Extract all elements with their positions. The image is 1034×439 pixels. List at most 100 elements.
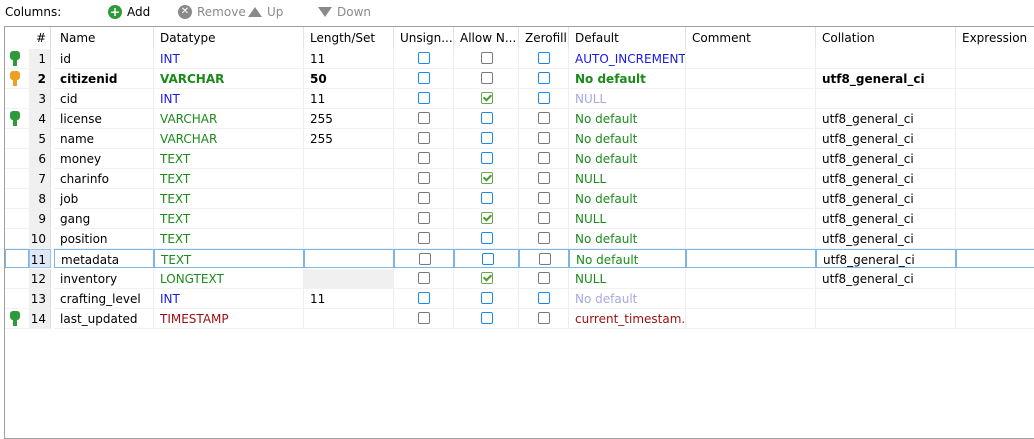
- allow-null-checkbox[interactable]: [481, 172, 493, 184]
- column-default[interactable]: No default: [569, 249, 686, 268]
- column-default[interactable]: No default: [569, 149, 686, 169]
- zerofill-checkbox[interactable]: [538, 272, 550, 284]
- column-comment[interactable]: [686, 269, 816, 289]
- column-collation[interactable]: utf8_general_ci: [816, 229, 956, 249]
- allow-null-checkbox[interactable]: [481, 232, 493, 244]
- column-datatype[interactable]: VARCHAR: [154, 69, 304, 89]
- column-comment[interactable]: [686, 129, 816, 149]
- column-length[interactable]: [304, 229, 394, 249]
- column-name[interactable]: crafting_level: [54, 289, 154, 309]
- table-row[interactable]: 10 position TEXT No default utf8_general_ci: [5, 229, 1034, 249]
- column-length[interactable]: [304, 149, 394, 169]
- table-row[interactable]: 8 job TEXT No default utf8_general_ci: [5, 189, 1034, 209]
- column-default[interactable]: AUTO_INCREMENT: [569, 49, 686, 69]
- header-comment[interactable]: Comment: [686, 27, 816, 49]
- column-comment[interactable]: [686, 229, 816, 249]
- zerofill-checkbox[interactable]: [538, 192, 550, 204]
- column-default[interactable]: NULL: [569, 169, 686, 189]
- unsigned-checkbox[interactable]: [418, 112, 430, 124]
- zerofill-checkbox[interactable]: [538, 232, 550, 244]
- column-collation[interactable]: utf8_general_ci: [816, 209, 956, 229]
- column-length[interactable]: 11: [304, 289, 394, 309]
- column-comment[interactable]: [686, 309, 816, 329]
- header-length[interactable]: Length/Set: [304, 27, 394, 49]
- column-default[interactable]: current_timestam...: [569, 309, 686, 329]
- table-row[interactable]: 14 last_updated TIMESTAMP current_timestam.…: [5, 309, 1034, 329]
- column-expression[interactable]: [956, 49, 1034, 69]
- column-name[interactable]: charinfo: [54, 169, 154, 189]
- column-expression[interactable]: [956, 169, 1034, 189]
- column-name[interactable]: name: [54, 129, 154, 149]
- column-comment[interactable]: [686, 249, 816, 268]
- column-datatype[interactable]: TIMESTAMP: [154, 309, 304, 329]
- column-name[interactable]: metadata: [54, 249, 154, 268]
- allow-null-checkbox[interactable]: [481, 92, 493, 104]
- zerofill-checkbox[interactable]: [538, 72, 550, 84]
- allow-null-checkbox[interactable]: [481, 192, 493, 204]
- allow-null-checkbox[interactable]: [482, 253, 494, 265]
- column-comment[interactable]: [686, 49, 816, 69]
- column-collation[interactable]: [816, 49, 956, 69]
- column-default[interactable]: No default: [569, 109, 686, 129]
- column-expression[interactable]: [956, 309, 1034, 329]
- zerofill-checkbox[interactable]: [538, 52, 550, 64]
- unsigned-checkbox[interactable]: [419, 253, 431, 265]
- column-datatype[interactable]: VARCHAR: [154, 129, 304, 149]
- column-expression[interactable]: [956, 269, 1034, 289]
- unsigned-checkbox[interactable]: [418, 232, 430, 244]
- unsigned-checkbox[interactable]: [418, 312, 430, 324]
- move-down-button[interactable]: Down: [318, 3, 371, 21]
- header-zerofill[interactable]: Zerofill: [519, 27, 569, 49]
- allow-null-checkbox[interactable]: [481, 52, 493, 64]
- column-length[interactable]: 50: [304, 69, 394, 89]
- column-default[interactable]: No default: [569, 289, 686, 309]
- column-datatype[interactable]: INT: [154, 89, 304, 109]
- column-collation[interactable]: utf8_general_ci: [816, 109, 956, 129]
- column-name[interactable]: job: [54, 189, 154, 209]
- unsigned-checkbox[interactable]: [418, 72, 430, 84]
- column-name[interactable]: citizenid: [54, 69, 154, 89]
- column-default[interactable]: NULL: [569, 269, 686, 289]
- column-expression[interactable]: [956, 109, 1034, 129]
- column-expression[interactable]: [956, 209, 1034, 229]
- column-expression[interactable]: [956, 89, 1034, 109]
- unsigned-checkbox[interactable]: [418, 292, 430, 304]
- header-name[interactable]: Name: [54, 27, 154, 49]
- column-expression[interactable]: [956, 289, 1034, 309]
- column-name[interactable]: license: [54, 109, 154, 129]
- unsigned-checkbox[interactable]: [418, 212, 430, 224]
- allow-null-checkbox[interactable]: [481, 272, 493, 284]
- column-length[interactable]: [304, 309, 394, 329]
- zerofill-checkbox[interactable]: [538, 212, 550, 224]
- header-datatype[interactable]: Datatype: [154, 27, 304, 49]
- column-expression[interactable]: [956, 249, 1034, 268]
- column-datatype[interactable]: TEXT: [154, 169, 304, 189]
- column-collation[interactable]: utf8_general_ci: [816, 129, 956, 149]
- column-comment[interactable]: [686, 189, 816, 209]
- column-length[interactable]: 11: [304, 49, 394, 69]
- column-default[interactable]: No default: [569, 129, 686, 149]
- column-datatype[interactable]: TEXT: [154, 149, 304, 169]
- header-expression[interactable]: Expression: [956, 27, 1034, 49]
- column-default[interactable]: No default: [569, 229, 686, 249]
- allow-null-checkbox[interactable]: [481, 292, 493, 304]
- unsigned-checkbox[interactable]: [418, 272, 430, 284]
- allow-null-checkbox[interactable]: [481, 72, 493, 84]
- header-default[interactable]: Default: [569, 27, 686, 49]
- allow-null-checkbox[interactable]: [481, 312, 493, 324]
- table-row[interactable]: 12 inventory LONGTEXT NULL utf8_general_ci: [5, 269, 1034, 289]
- column-name[interactable]: id: [54, 49, 154, 69]
- column-collation[interactable]: utf8_general_ci: [816, 169, 956, 189]
- zerofill-checkbox[interactable]: [538, 112, 550, 124]
- column-datatype[interactable]: LONGTEXT: [154, 269, 304, 289]
- table-row[interactable]: 4 license VARCHAR 255 No default utf8_general…: [5, 109, 1034, 129]
- zerofill-checkbox[interactable]: [538, 292, 550, 304]
- column-name[interactable]: money: [54, 149, 154, 169]
- table-row[interactable]: 7 charinfo TEXT NULL utf8_general_ci: [5, 169, 1034, 189]
- allow-null-checkbox[interactable]: [481, 132, 493, 144]
- column-collation[interactable]: utf8_general_ci: [816, 69, 956, 89]
- column-length[interactable]: [304, 249, 394, 268]
- column-datatype[interactable]: TEXT: [154, 229, 304, 249]
- zerofill-checkbox[interactable]: [538, 152, 550, 164]
- unsigned-checkbox[interactable]: [418, 92, 430, 104]
